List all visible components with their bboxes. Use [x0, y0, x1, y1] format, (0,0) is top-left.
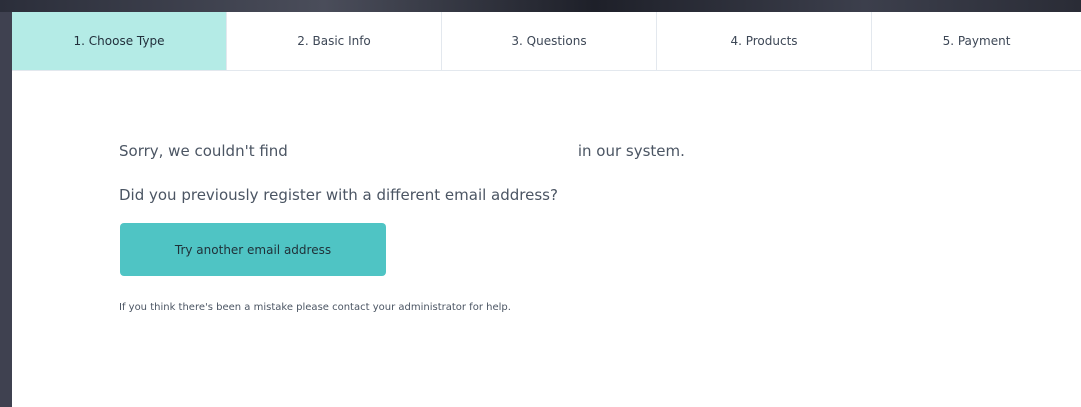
not-found-line: Sorry, we couldn't find in our system. — [119, 142, 819, 160]
step-products[interactable]: 4. Products — [657, 12, 872, 70]
step-payment[interactable]: 5. Payment — [872, 12, 1081, 70]
help-text: If you think there's been a mistake plea… — [119, 302, 511, 313]
step-basic-info[interactable]: 2. Basic Info — [227, 12, 442, 70]
window-top-strip — [0, 0, 1081, 12]
try-another-email-button[interactable]: Try another email address — [120, 223, 386, 276]
step-choose-type[interactable]: 1. Choose Type — [12, 12, 227, 70]
not-found-prefix: Sorry, we couldn't find — [119, 142, 288, 160]
step-questions[interactable]: 3. Questions — [442, 12, 657, 70]
registration-panel: 1. Choose Type 2. Basic Info 3. Question… — [12, 12, 1081, 407]
step-tabs: 1. Choose Type 2. Basic Info 3. Question… — [12, 12, 1081, 71]
different-email-question: Did you previously register with a diffe… — [119, 186, 558, 204]
not-found-suffix: in our system. — [577, 142, 685, 160]
window-left-edge — [0, 12, 12, 407]
